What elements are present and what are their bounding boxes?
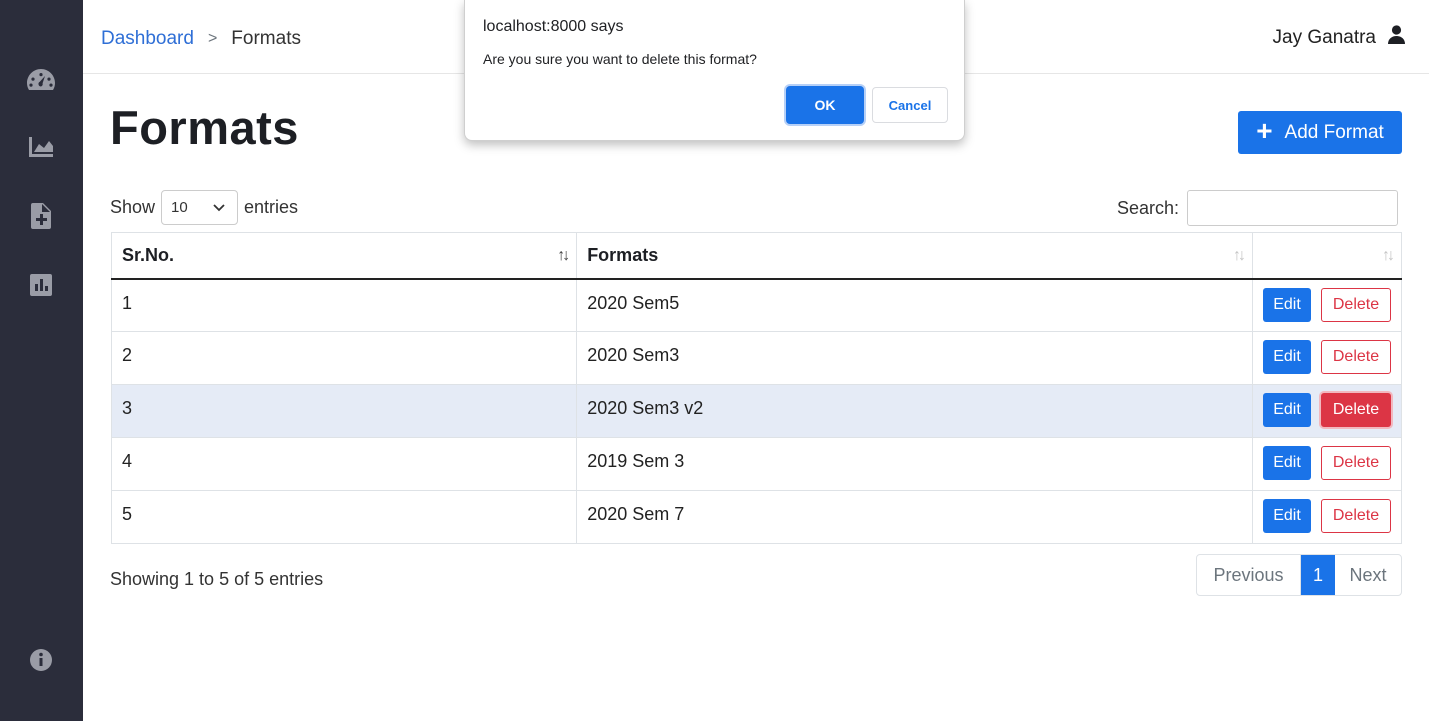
confirm-dialog: localhost:8000 says Are you sure you wan… [464,0,965,141]
show-label: Show [110,197,156,217]
add-format-label: Add Format [1284,121,1384,143]
breadcrumb: Dashboard > Formats [101,28,301,50]
formats-table: Sr.No. ↑↓ Formats ↑↓ ↑↓ 1 2020 Sem5 Edit… [110,232,1403,544]
breadcrumb-dashboard-link[interactable]: Dashboard [101,28,194,50]
delete-button[interactable]: Delete [1320,446,1391,480]
bar-chart-icon[interactable] [24,268,58,302]
cell-srno: 3 [110,384,578,438]
search-input[interactable] [1187,190,1399,226]
dialog-title: localhost:8000 says [483,18,624,35]
delete-button[interactable]: Delete [1320,340,1391,374]
sort-icon: ↑↓ [1382,247,1395,264]
area-chart-icon[interactable] [24,130,58,164]
delete-button-active[interactable]: Delete [1320,393,1391,427]
cell-srno: 2 [110,331,578,385]
plus-icon: + [1256,115,1273,146]
edit-button[interactable]: Edit [1262,340,1311,374]
sort-asc-icon: ↑↓ [557,247,570,264]
edit-button[interactable]: Edit [1262,499,1311,533]
cell-actions: Edit Delete [1251,331,1403,385]
edit-button[interactable]: Edit [1262,446,1311,480]
sort-icon: ↑↓ [1232,247,1246,264]
table-row: 5 2020 Sem 7 Edit Delete [110,490,1403,544]
page-title: Formats [110,101,299,154]
info-icon[interactable] [24,643,58,677]
cell-actions: Edit Delete [1251,437,1403,491]
entries-select-value: 10 [171,199,188,216]
file-plus-icon[interactable] [24,199,58,233]
entries-label: entries [244,197,299,217]
user-icon [1376,25,1405,50]
table-info: Showing 1 to 5 of 5 entries [110,569,324,589]
breadcrumb-current: Formats [231,28,301,49]
delete-button[interactable]: Delete [1320,287,1391,322]
sidebar [0,0,83,721]
cell-actions: Edit Delete [1251,490,1403,544]
dialog-ok-button[interactable]: OK [786,86,864,124]
entries-length-control: Show 10 entries [110,190,298,225]
table-row-selected: 3 2020 Sem3 v2 Edit Delete [110,384,1403,438]
entries-select[interactable]: 10 [161,190,239,225]
page-1-button[interactable]: 1 [1301,555,1335,595]
speedometer-icon[interactable] [24,62,58,96]
previous-page-button[interactable]: Previous [1197,555,1301,595]
add-format-button[interactable]: + Add Format [1238,111,1402,154]
column-header-formats[interactable]: Formats ↑↓ [576,232,1253,280]
user-name: Jay Ganatra [1272,26,1377,48]
table-row: 4 2019 Sem 3 Edit Delete [110,437,1403,491]
cell-format: 2020 Sem5 [576,278,1253,332]
cell-format: 2020 Sem3 v2 [576,384,1253,438]
delete-button[interactable]: Delete [1320,499,1391,533]
cell-actions: Edit Delete [1251,384,1403,438]
cell-format: 2020 Sem3 [576,331,1253,385]
user-menu[interactable]: Jay Ganatra [1272,25,1405,50]
breadcrumb-separator: > [207,30,218,47]
dialog-cancel-button[interactable]: Cancel [872,87,948,123]
column-header-actions[interactable]: ↑↓ [1251,232,1403,280]
cell-actions: Edit Delete [1251,278,1403,332]
edit-button[interactable]: Edit [1262,287,1311,322]
chevron-down-icon [213,199,225,216]
table-header-row: Sr.No. ↑↓ Formats ↑↓ ↑↓ [110,232,1403,280]
cell-format: 2019 Sem 3 [576,437,1253,491]
table-row: 2 2020 Sem3 Edit Delete [110,331,1403,385]
table-row: 1 2020 Sem5 Edit Delete [110,278,1403,332]
edit-button[interactable]: Edit [1262,393,1311,427]
column-header-srno[interactable]: Sr.No. ↑↓ [110,232,578,280]
pagination: Previous 1 Next [1196,554,1402,596]
cell-srno: 5 [110,490,578,544]
cell-format: 2020 Sem 7 [576,490,1253,544]
cell-srno: 4 [110,437,578,491]
next-page-button[interactable]: Next [1335,555,1401,595]
search-control: Search: [1117,190,1399,226]
search-label: Search: [1117,197,1180,218]
dialog-message: Are you sure you want to delete this for… [483,51,757,67]
cell-srno: 1 [110,278,578,332]
